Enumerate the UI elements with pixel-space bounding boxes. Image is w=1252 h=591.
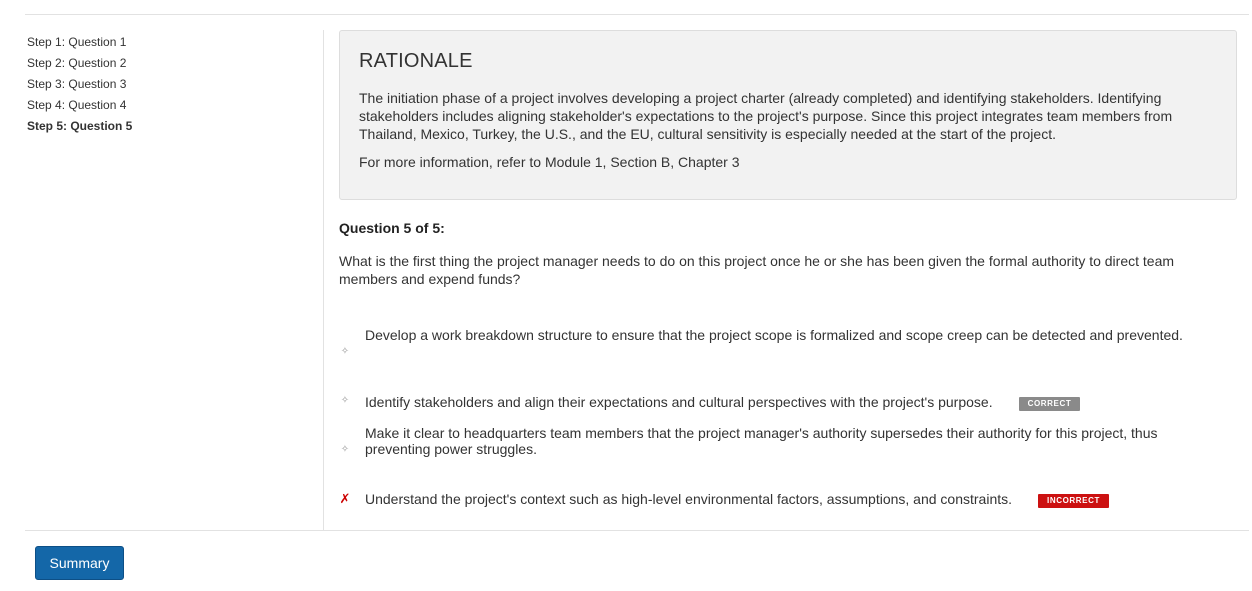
step-link-1[interactable]: Step 1: Question 1 <box>27 32 317 53</box>
step-link-4[interactable]: Step 4: Question 4 <box>27 95 317 116</box>
answer-text: Understand the project's context such as… <box>365 491 1225 508</box>
incorrect-badge: INCORRECT <box>1038 494 1109 508</box>
answer-text-value: Develop a work breakdown structure to en… <box>365 327 1183 343</box>
step-link-3[interactable]: Step 3: Question 3 <box>27 74 317 95</box>
answer-text: Develop a work breakdown structure to en… <box>365 327 1225 343</box>
rationale-body: The initiation phase of a project involv… <box>359 90 1173 142</box>
step-link-2[interactable]: Step 2: Question 2 <box>27 53 317 74</box>
sidebar-divider <box>323 30 324 530</box>
rationale-reference: For more information, refer to Module 1,… <box>359 154 740 170</box>
diamond-icon: ✧ <box>340 346 350 357</box>
step-navigation: Step 1: Question 1 Step 2: Question 2 St… <box>27 32 317 137</box>
bottom-divider <box>25 530 1249 531</box>
step-link-5-current[interactable]: Step 5: Question 5 <box>27 116 317 137</box>
diamond-icon: ✧ <box>340 395 350 406</box>
answer-text-value: Make it clear to headquarters team membe… <box>365 425 1158 457</box>
top-divider <box>25 14 1249 15</box>
summary-button[interactable]: Summary <box>35 546 124 580</box>
question-text: What is the first thing the project mana… <box>339 253 1175 287</box>
diamond-icon: ✧ <box>340 444 350 455</box>
rationale-title: RATIONALE <box>359 50 473 72</box>
correct-badge: CORRECT <box>1018 397 1081 411</box>
answer-text-value: Identify stakeholders and align their ex… <box>365 394 993 410</box>
answer-text: Identify stakeholders and align their ex… <box>365 394 1225 411</box>
answer-text: Make it clear to headquarters team membe… <box>365 425 1225 457</box>
rationale-box: RATIONALE The initiation phase of a proj… <box>339 30 1237 200</box>
question-panel: RATIONALE The initiation phase of a proj… <box>339 30 1237 508</box>
answer-text-value: Understand the project's context such as… <box>365 491 1013 507</box>
question-heading: Question 5 of 5: <box>339 220 445 236</box>
x-icon: ✗ <box>339 491 351 506</box>
